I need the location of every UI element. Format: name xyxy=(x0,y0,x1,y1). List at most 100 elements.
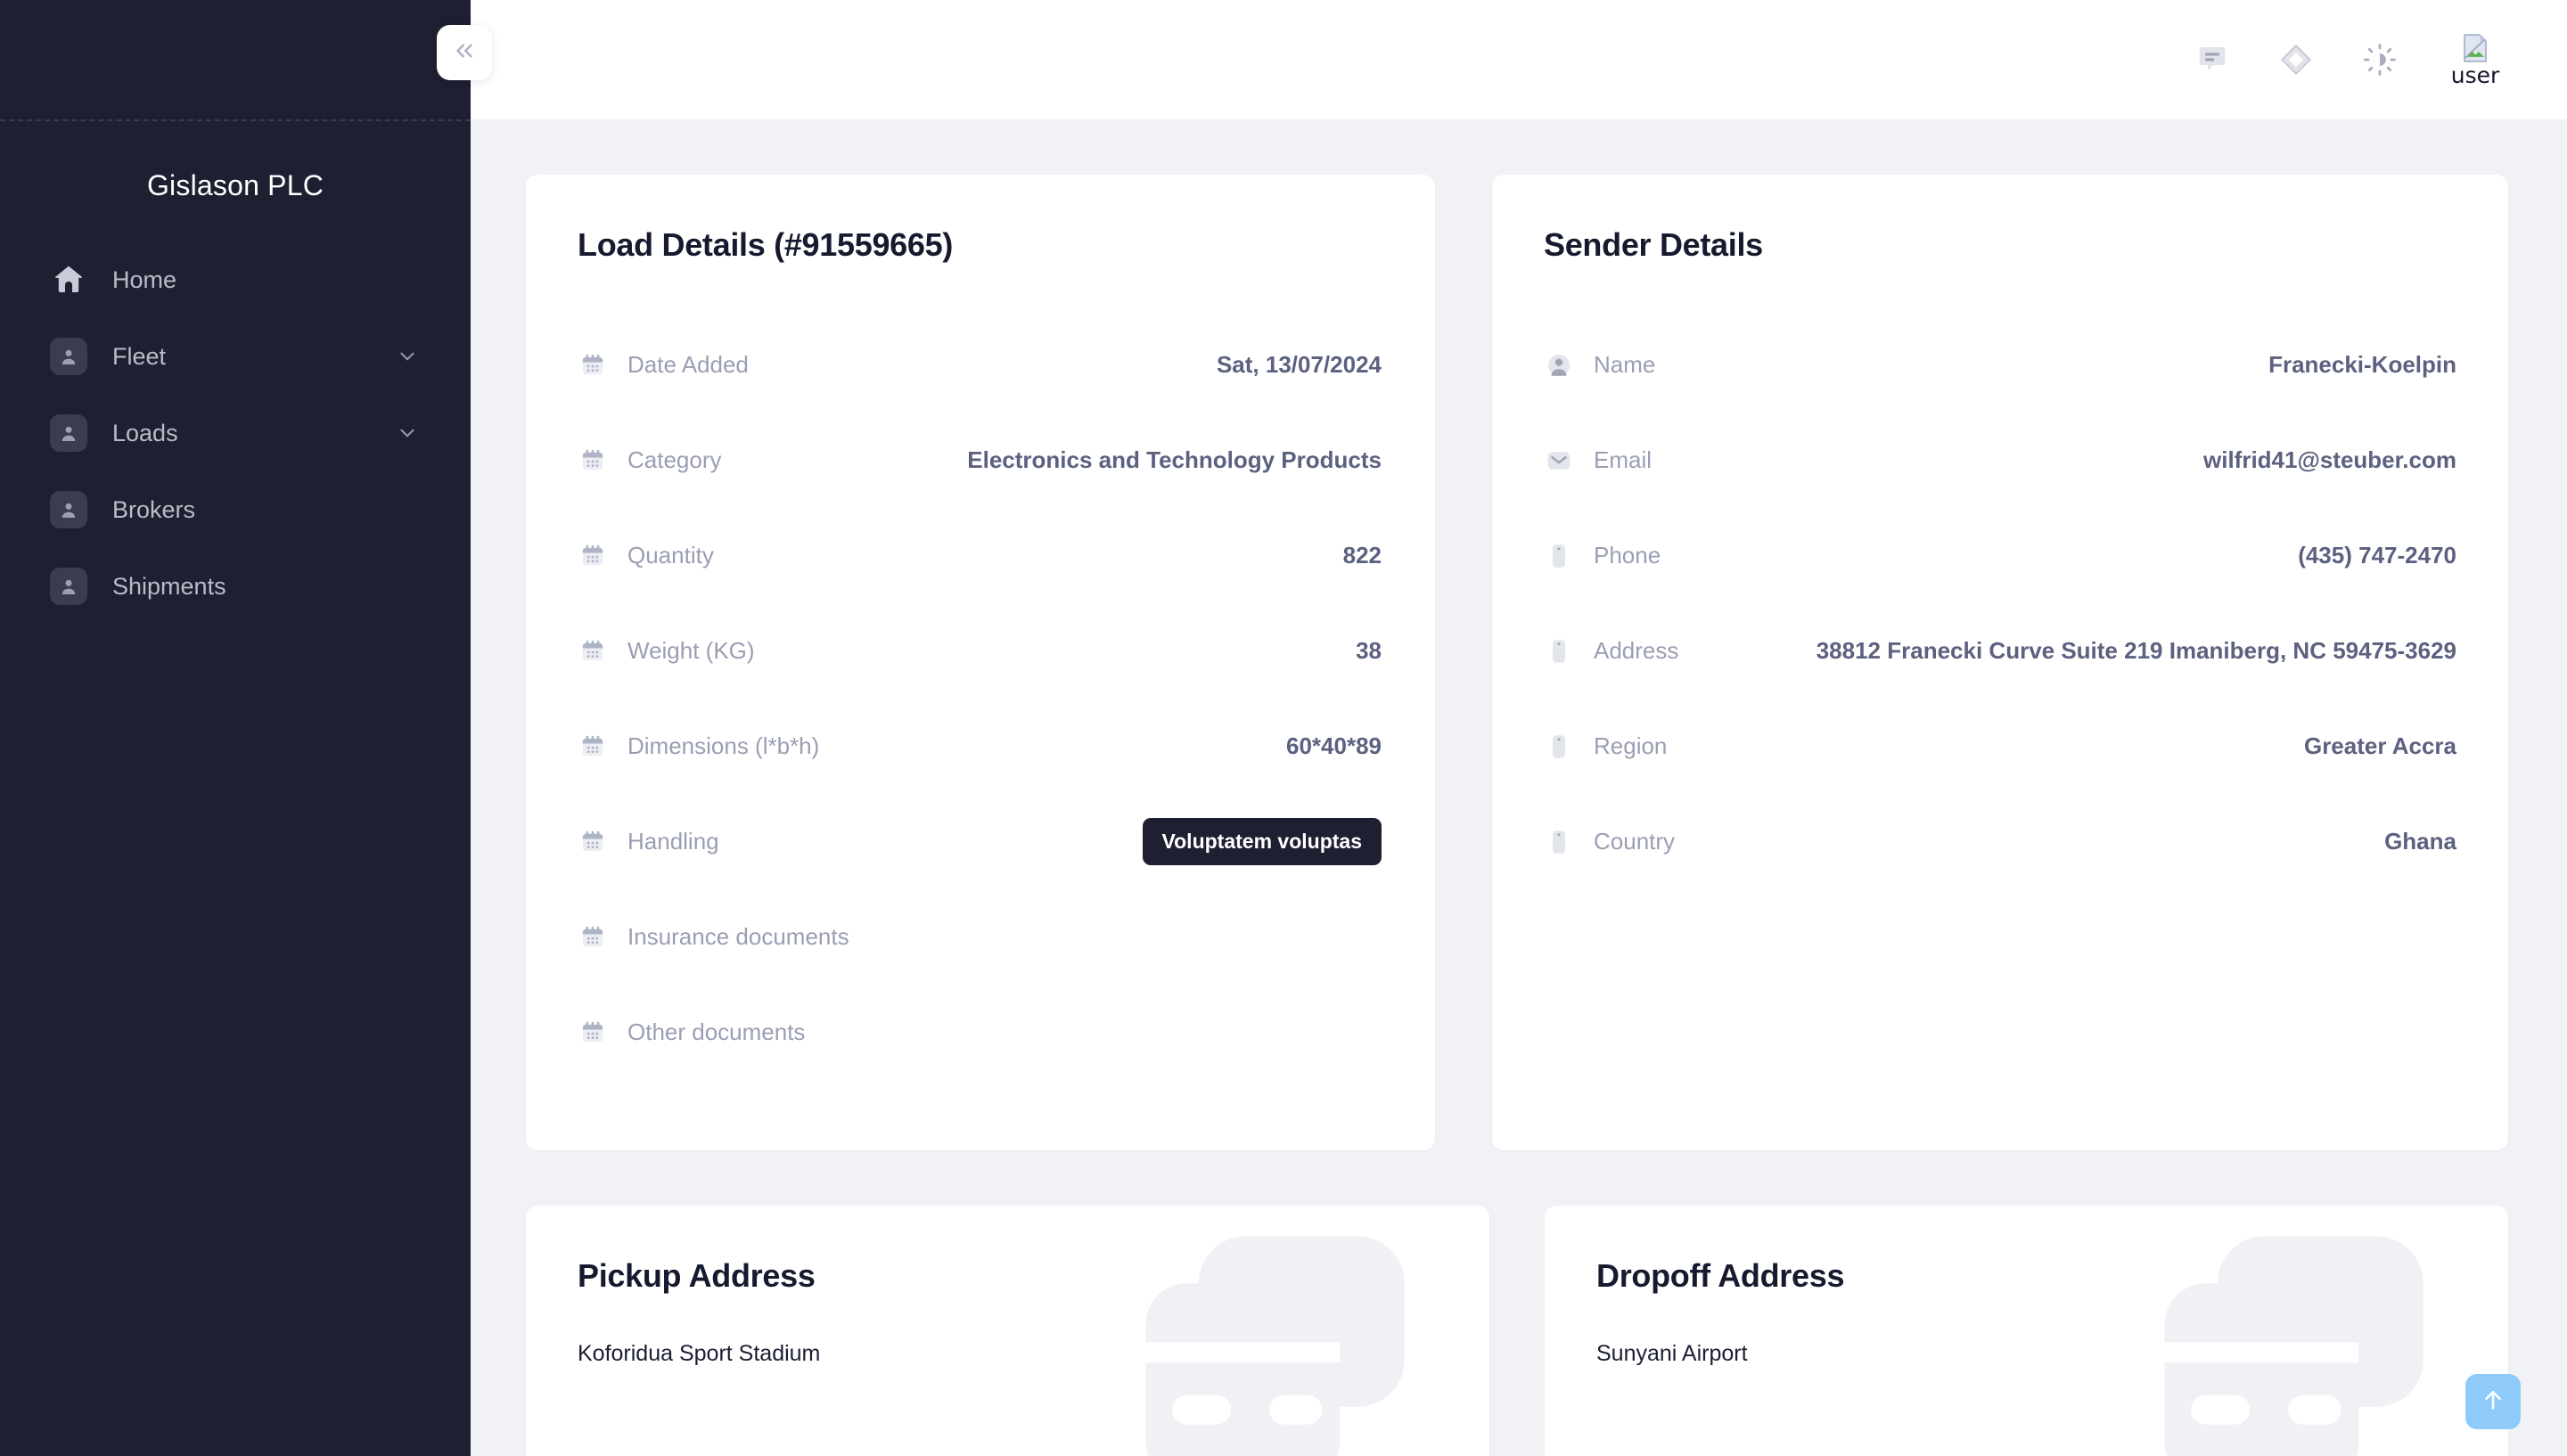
detail-label: Handling xyxy=(627,828,719,855)
broken-image-icon xyxy=(2464,34,2487,62)
detail-row-email: Email wilfrid41@steuber.com xyxy=(1544,413,2456,508)
detail-value: Electronics and Technology Products xyxy=(967,446,1382,473)
avatar-icon xyxy=(50,414,87,452)
theme-toggle-icon[interactable] xyxy=(2362,42,2398,78)
detail-label: Insurance documents xyxy=(627,923,849,950)
detail-value: 38 xyxy=(1356,637,1382,664)
topbar: user xyxy=(471,0,2567,119)
page-content: Load Details (#91559665) Date Added Sat,… xyxy=(471,119,2567,1456)
chevrons-left-icon xyxy=(451,37,478,69)
calendar-icon xyxy=(578,1018,608,1048)
detail-row-weight: Weight (KG) 38 xyxy=(578,603,1382,699)
sidebar-item-label: Home xyxy=(112,266,177,293)
top-cards-row: Load Details (#91559665) Date Added Sat,… xyxy=(526,175,2508,1150)
detail-label: Dimensions (l*b*h) xyxy=(627,732,820,759)
chevron-down-icon[interactable] xyxy=(396,345,419,368)
detail-label: Quantity xyxy=(627,542,714,568)
detail-value: Franecki-Koelpin xyxy=(2268,351,2456,378)
pickup-address-title: Pickup Address xyxy=(578,1257,816,1294)
detail-row-other-documents: Other documents xyxy=(578,985,1382,1080)
calendar-icon xyxy=(578,446,608,476)
detail-row-date-added: Date Added Sat, 13/07/2024 xyxy=(578,317,1382,413)
chevron-down-icon[interactable] xyxy=(396,421,419,445)
scroll-to-top-button[interactable] xyxy=(2465,1374,2521,1429)
detail-row-handling: Handling Voluptatem voluptas xyxy=(578,794,1382,889)
person-icon xyxy=(1544,350,1574,380)
dropoff-address-value: Sunyani Airport xyxy=(1596,1341,1748,1366)
calendar-icon xyxy=(578,922,608,953)
sidebar-item-loads[interactable]: Loads xyxy=(0,395,471,471)
avatar-icon xyxy=(50,491,87,528)
avatar-alt-text: user xyxy=(2450,62,2500,88)
sender-details-title: Sender Details xyxy=(1544,226,1763,263)
detail-label: Name xyxy=(1594,351,1656,378)
status-badge: Voluptatem voluptas xyxy=(1142,818,1382,865)
detail-row-phone: Phone (435) 747-2470 xyxy=(1544,508,2456,603)
main-area: user Load Details (#91559665) Date Added… xyxy=(471,0,2567,1456)
brand-title: Gislason PLC xyxy=(146,169,324,201)
pickup-address-card: Pickup Address Koforidua Sport Stadium xyxy=(526,1206,1489,1456)
detail-row-name: Name Franecki-Koelpin xyxy=(1544,317,2456,413)
home-icon xyxy=(50,261,87,299)
phone-icon xyxy=(1544,636,1574,667)
detail-label: Category xyxy=(627,446,722,473)
app-root: Gislason PLC Home Fleet Loads Brokers Sh… xyxy=(0,0,2567,1456)
avatar[interactable]: user xyxy=(2444,33,2506,86)
sidebar-item-label: Shipments xyxy=(112,572,226,600)
load-details-card: Load Details (#91559665) Date Added Sat,… xyxy=(526,175,1435,1150)
detail-value: 38812 Franecki Curve Suite 219 Imaniberg… xyxy=(1816,637,2456,664)
phone-icon xyxy=(1544,827,1574,857)
detail-label: Other documents xyxy=(627,1018,806,1045)
sidebar-nav: Home Fleet Loads Brokers Shipments xyxy=(0,241,471,625)
detail-value: 60*40*89 xyxy=(1286,732,1382,759)
detail-value: Ghana xyxy=(2384,828,2456,855)
calendar-icon xyxy=(578,732,608,762)
detail-label: Country xyxy=(1594,828,1676,855)
calendar-icon xyxy=(578,541,608,571)
avatar-icon xyxy=(50,338,87,375)
detail-row-category: Category Electronics and Technology Prod… xyxy=(578,413,1382,508)
dropoff-address-card: Dropoff Address Sunyani Airport xyxy=(1545,1206,2508,1456)
detail-value: (435) 747-2470 xyxy=(2298,542,2456,568)
address-cards-row: Pickup Address Koforidua Sport Stadium D… xyxy=(526,1206,2508,1456)
sidebar-item-fleet[interactable]: Fleet xyxy=(0,318,471,395)
sidebar-item-home[interactable]: Home xyxy=(0,241,471,318)
detail-row-country: Country Ghana xyxy=(1544,794,2456,889)
detail-row-quantity: Quantity 822 xyxy=(578,508,1382,603)
sidebar-item-label: Fleet xyxy=(112,342,167,370)
sidebar-collapse-button[interactable] xyxy=(437,25,492,80)
detail-label: Date Added xyxy=(627,351,749,378)
detail-row-region: Region Greater Accra xyxy=(1544,699,2456,794)
calendar-icon xyxy=(578,636,608,667)
detail-value: 822 xyxy=(1342,542,1382,568)
sidebar-item-label: Loads xyxy=(112,419,178,446)
calendar-icon xyxy=(578,350,608,380)
sidebar: Gislason PLC Home Fleet Loads Brokers Sh… xyxy=(0,0,492,1456)
phone-icon xyxy=(1544,541,1574,571)
sidebar-item-brokers[interactable]: Brokers xyxy=(0,471,471,548)
pickup-address-value: Koforidua Sport Stadium xyxy=(578,1341,821,1366)
sidebar-top-spacer xyxy=(0,0,471,119)
detail-label: Phone xyxy=(1594,542,1661,568)
calendar-icon xyxy=(578,827,608,857)
detail-label: Address xyxy=(1594,637,1679,664)
sender-details-card: Sender Details Name Franecki-Koelpin Ema… xyxy=(1492,175,2508,1150)
detail-row-dimensions: Dimensions (l*b*h) 60*40*89 xyxy=(578,699,1382,794)
diamond-icon[interactable] xyxy=(2276,40,2316,79)
detail-value: Greater Accra xyxy=(2303,732,2456,759)
sidebar-item-label: Brokers xyxy=(112,495,196,523)
arrow-up-icon xyxy=(2480,1386,2506,1418)
detail-value: wilfrid41@steuber.com xyxy=(2203,446,2456,473)
chat-bubble-icon[interactable] xyxy=(2194,42,2230,78)
detail-label: Region xyxy=(1594,732,1668,759)
page-title: Load Details (#91559665) xyxy=(578,226,954,263)
dropoff-address-title: Dropoff Address xyxy=(1596,1257,1845,1294)
detail-label: Email xyxy=(1594,446,1653,473)
envelope-icon xyxy=(1544,446,1574,476)
detail-row-insurance-documents: Insurance documents xyxy=(578,889,1382,985)
truck-icon xyxy=(2164,1236,2423,1456)
phone-icon xyxy=(1544,732,1574,762)
detail-row-address: Address 38812 Franecki Curve Suite 219 I… xyxy=(1544,603,2456,699)
sidebar-item-shipments[interactable]: Shipments xyxy=(0,548,471,625)
detail-value: Sat, 13/07/2024 xyxy=(1216,351,1382,378)
